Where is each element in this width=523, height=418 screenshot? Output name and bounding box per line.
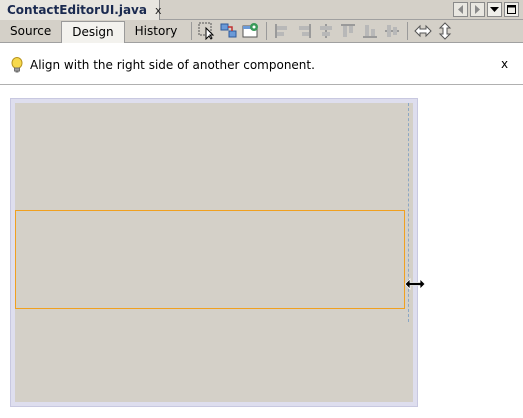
hint-bar: Align with the right side of another com…: [0, 43, 523, 85]
vertical-resize-icon[interactable]: [435, 21, 455, 41]
hint-message: Align with the right side of another com…: [30, 58, 315, 72]
toolbar-separator: [407, 22, 409, 40]
center-vertically-icon[interactable]: [382, 21, 402, 41]
toolbar-separator: [191, 22, 193, 40]
editor-toolbar: Source Design History: [0, 20, 523, 43]
tab-source[interactable]: Source: [0, 21, 61, 42]
maximize-window-button[interactable]: [504, 2, 519, 17]
arrow-left-icon: [458, 5, 463, 14]
form-container: [10, 98, 426, 407]
horizontal-resize-icon[interactable]: [413, 21, 433, 41]
preview-design-icon[interactable]: [241, 21, 261, 41]
show-opened-documents-button[interactable]: [487, 2, 502, 17]
arrow-right-icon: [475, 5, 480, 14]
align-bottom-icon[interactable]: [360, 21, 380, 41]
connection-mode-icon[interactable]: [219, 21, 239, 41]
tab-history[interactable]: History: [125, 21, 188, 42]
center-horizontally-icon[interactable]: [316, 21, 336, 41]
horizontal-resize-cursor-icon: [404, 278, 426, 290]
scroll-left-button[interactable]: [453, 2, 468, 17]
jframe-content-pane[interactable]: [15, 103, 426, 402]
scroll-right-button[interactable]: [470, 2, 485, 17]
lightbulb-icon: [11, 57, 23, 73]
tab-design[interactable]: Design: [61, 20, 125, 43]
selection-mode-icon[interactable]: [197, 21, 217, 41]
maximize-icon: [507, 5, 516, 14]
file-tab[interactable]: ContactEditorUI.java x: [0, 0, 162, 20]
toolbar-separator: [266, 22, 268, 40]
file-tab-label: ContactEditorUI.java: [7, 3, 147, 17]
align-left-icon[interactable]: [272, 21, 292, 41]
chevron-down-icon: [490, 7, 499, 12]
design-canvas[interactable]: [0, 86, 523, 418]
close-hint-icon[interactable]: x: [501, 57, 508, 71]
close-tab-icon[interactable]: x: [155, 4, 162, 17]
align-right-icon[interactable]: [294, 21, 314, 41]
editor-tab-strip: ContactEditorUI.java x: [0, 0, 523, 20]
align-top-icon[interactable]: [338, 21, 358, 41]
selected-component[interactable]: [15, 210, 405, 309]
